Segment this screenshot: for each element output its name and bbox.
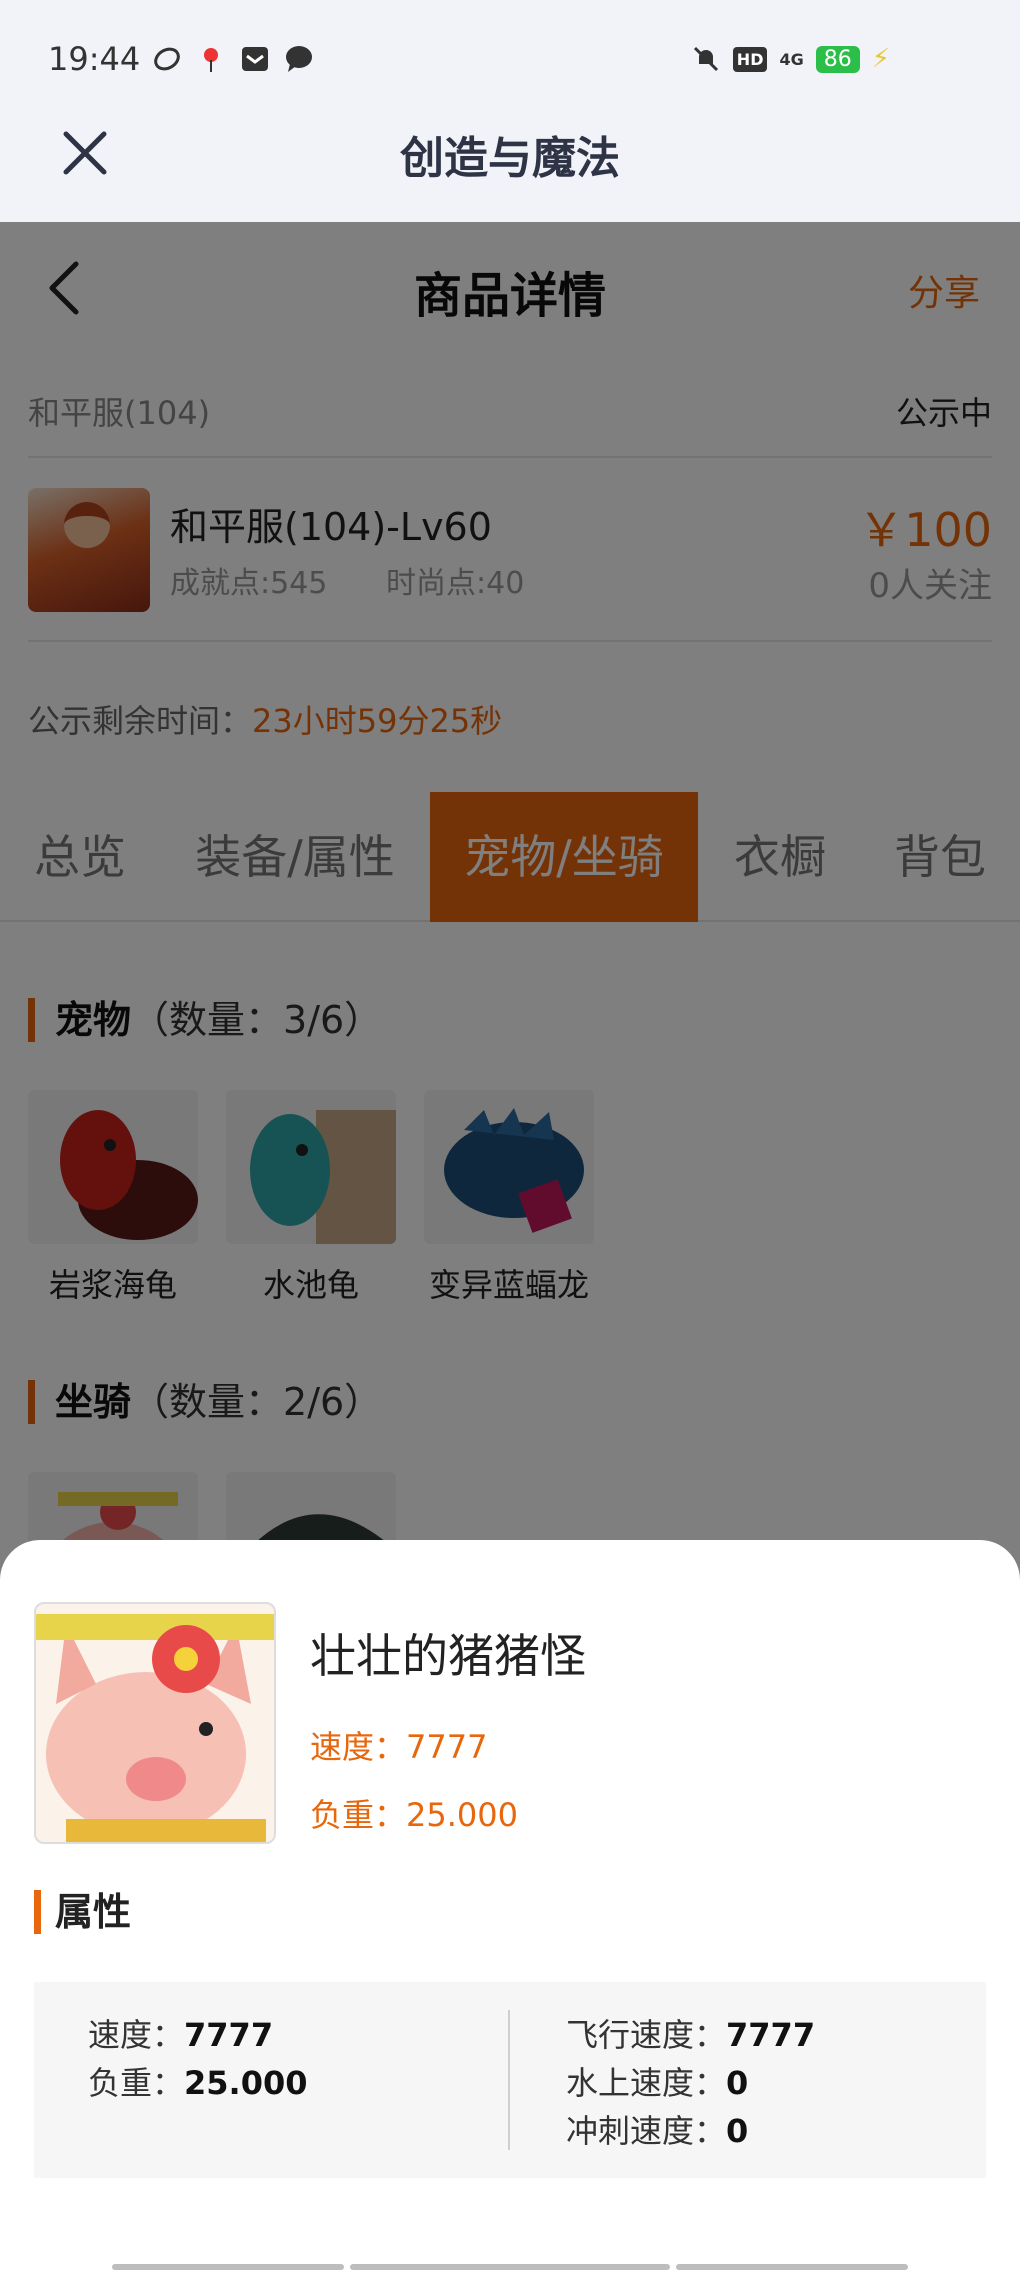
attr-load: 负重：25.000 (88, 2058, 308, 2104)
status-bar: 19:44 HD 4G 86 ⚡ (0, 0, 1020, 118)
app-title: 创造与魔法 (400, 133, 620, 184)
attr-value: 7777 (184, 2016, 274, 2054)
app-notification-icon (154, 47, 180, 71)
mute-bell-icon (693, 46, 718, 72)
attr-label: 水上速度： (566, 2064, 727, 2102)
pig-mount-image (34, 1602, 276, 1844)
chat-bubble-icon (286, 46, 312, 72)
mount-detail-sheet: 壮壮的猪猪怪 速度：7777 负重：25.000 属性 速度：7777 负重：2… (0, 1540, 1020, 2274)
status-time: 19:44 (48, 40, 141, 78)
mount-name: 壮壮的猪猪怪 (310, 1629, 586, 1683)
attr-value: 25.000 (184, 2064, 308, 2102)
location-pin-icon (204, 48, 218, 72)
attr-speed: 速度：7777 (88, 2010, 273, 2056)
attr-label: 负重： (88, 2064, 185, 2102)
attr-value: 0 (726, 2064, 749, 2102)
attr-fly-speed: 飞行速度：7777 (566, 2010, 815, 2056)
mail-icon (242, 47, 268, 71)
nav-gesture-bar[interactable] (350, 2264, 670, 2270)
notification-icons (152, 44, 314, 74)
hd-icon: HD (732, 46, 768, 72)
attr-label: 冲刺速度： (566, 2112, 727, 2150)
signal-icon: 4G (779, 49, 804, 69)
attr-label: 速度： (88, 2016, 185, 2054)
battery-icon: 86 (815, 45, 860, 73)
attr-label: 飞行速度： (566, 2016, 727, 2054)
attributes-divider (508, 2010, 510, 2150)
nav-gesture-bar[interactable] (112, 2264, 344, 2270)
mount-load: 负重：25.000 (310, 1796, 518, 1834)
app-bar: 创造与魔法 (0, 118, 1020, 222)
attributes-title: 属性 (34, 1890, 131, 1934)
system-icons: HD 4G 86 ⚡ (691, 44, 890, 74)
attributes-box: 速度：7777 负重：25.000 飞行速度：7777 水上速度：0 冲刺速度：… (34, 1982, 986, 2178)
charging-icon: ⚡ (871, 44, 890, 74)
nav-gesture-bar[interactable] (676, 2264, 908, 2270)
mount-speed: 速度：7777 (310, 1728, 488, 1766)
attr-value: 7777 (726, 2016, 816, 2054)
attr-value: 0 (726, 2112, 749, 2150)
attr-dash-speed: 冲刺速度：0 (566, 2106, 748, 2152)
attr-water-speed: 水上速度：0 (566, 2058, 748, 2104)
